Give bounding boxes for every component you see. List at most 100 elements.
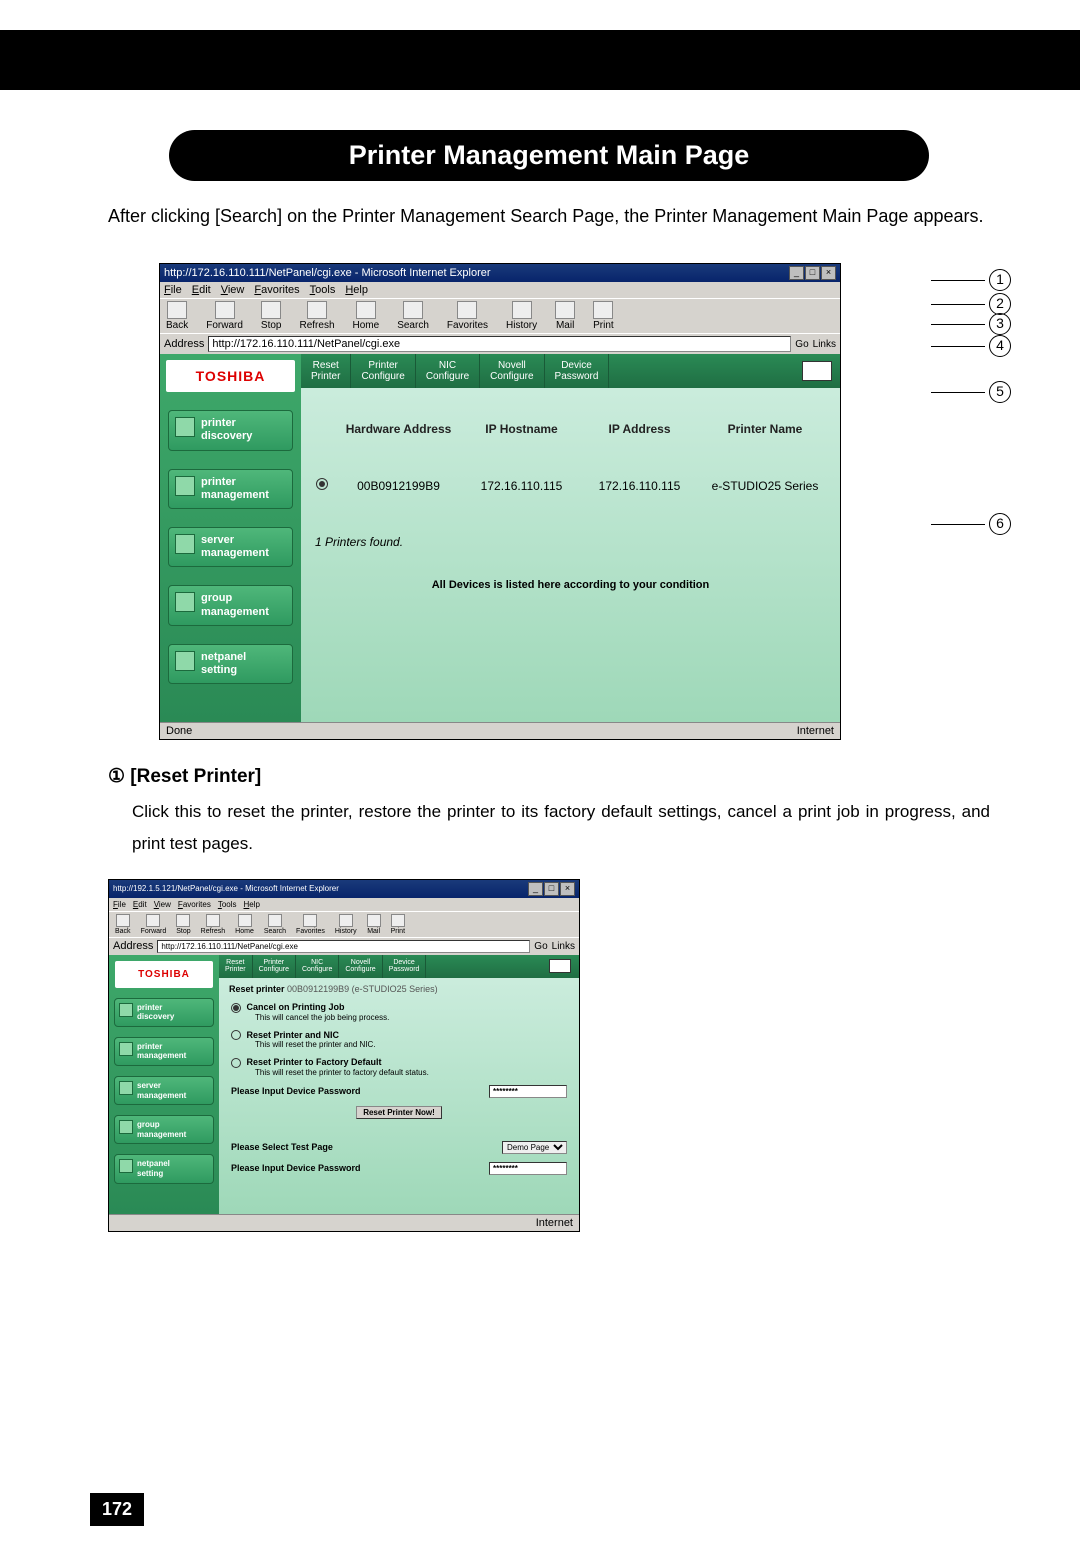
menu-favorites[interactable]: Favorites — [254, 284, 299, 296]
printer-row[interactable]: 00B0912199B9 172.16.110.115 172.16.110.1… — [301, 478, 840, 493]
address-input-small[interactable] — [157, 940, 530, 953]
test-page-row: Please Select Test Page Demo Page — [231, 1141, 567, 1154]
menu-edit[interactable]: Edit — [192, 284, 211, 296]
tab-novell-configure[interactable]: Novell Configure — [480, 354, 544, 388]
close-icon[interactable]: × — [560, 882, 575, 896]
go-button[interactable]: Go — [795, 339, 808, 350]
tab-printer-configure[interactable]: Printer Configure — [253, 955, 296, 978]
language-flag-icon[interactable] — [549, 959, 571, 973]
opt-reset-nic[interactable]: Reset Printer and NIC This will reset th… — [231, 1030, 579, 1050]
tb-stop[interactable]: Stop — [261, 301, 282, 331]
tb-search[interactable]: Search — [397, 301, 429, 331]
sidebar-item-group-management[interactable]: group management — [114, 1115, 214, 1144]
menu-edit[interactable]: Edit — [133, 900, 147, 909]
menu-file[interactable]: File — [113, 900, 126, 909]
menu-tools[interactable]: Tools — [218, 900, 237, 909]
tab-nic-configure[interactable]: NIC Configure — [296, 955, 339, 978]
tab-device-password[interactable]: Device Password — [545, 354, 610, 388]
callout-4: 4 — [931, 335, 1011, 357]
tab-reset-printer[interactable]: Reset Printer — [301, 354, 351, 388]
tb-forward[interactable]: Forward — [141, 914, 167, 935]
opt-cancel-job[interactable]: Cancel on Printing Job This will cancel … — [231, 1002, 579, 1022]
ie-menubar[interactable]: File Edit View Favorites Tools Help — [160, 282, 840, 298]
close-icon[interactable]: × — [821, 266, 836, 280]
status-left: Done — [166, 725, 192, 737]
sidebar-item-printer-discovery[interactable]: printer discovery — [114, 998, 214, 1027]
ie-address-bar[interactable]: Address Go Links — [160, 333, 840, 354]
page-content: Printer Management Main Page After click… — [0, 130, 1080, 1272]
opt-factory-default[interactable]: Reset Printer to Factory Default This wi… — [231, 1057, 579, 1077]
minimize-icon[interactable]: _ — [789, 266, 804, 280]
discovery-icon — [119, 1003, 133, 1017]
row-radio[interactable] — [316, 478, 328, 490]
tb-home[interactable]: Home — [353, 301, 380, 331]
tb-history[interactable]: History — [335, 914, 357, 935]
address-input[interactable] — [208, 336, 791, 352]
links-label[interactable]: Links — [813, 339, 836, 350]
back-icon — [116, 914, 130, 927]
test-page-select[interactable]: Demo Page — [502, 1141, 567, 1154]
window-control-buttons[interactable]: _□× — [788, 266, 836, 280]
radio-cancel-job[interactable] — [231, 1003, 241, 1013]
tb-search[interactable]: Search — [264, 914, 286, 935]
tb-favorites[interactable]: Favorites — [296, 914, 325, 935]
tb-forward[interactable]: Forward — [206, 301, 243, 331]
sidebar-item-printer-management[interactable]: printer management — [168, 469, 293, 509]
sidebar-item-printer-discovery[interactable]: printer discovery — [168, 410, 293, 450]
tb-home[interactable]: Home — [235, 914, 254, 935]
sidebar-item-netpanel-setting[interactable]: netpanel setting — [168, 644, 293, 684]
ie-menubar-small[interactable]: File Edit View Favorites Tools Help — [109, 898, 579, 911]
ie-toolbar[interactable]: Back Forward Stop Refresh Home Search Fa… — [160, 298, 840, 333]
tb-history[interactable]: History — [506, 301, 537, 331]
radio-reset-nic[interactable] — [231, 1030, 241, 1040]
tb-mail[interactable]: Mail — [367, 914, 381, 935]
menu-help[interactable]: Help — [244, 900, 260, 909]
window-control-buttons-small[interactable]: _□× — [527, 882, 575, 896]
callout-num: 1 — [989, 269, 1011, 291]
links-label[interactable]: Links — [552, 941, 575, 952]
menu-help[interactable]: Help — [345, 284, 368, 296]
language-flag-icon[interactable] — [802, 361, 832, 381]
sidebar-item-netpanel-setting[interactable]: netpanel setting — [114, 1154, 214, 1183]
tb-mail[interactable]: Mail — [555, 301, 575, 331]
tb-favorites[interactable]: Favorites — [447, 301, 488, 331]
tab-novell-configure[interactable]: Novell Configure — [339, 955, 382, 978]
tb-print[interactable]: Print — [391, 914, 405, 935]
tab-reset-printer[interactable]: Reset Printer — [219, 955, 253, 978]
ie-address-bar-small[interactable]: Address Go Links — [109, 937, 579, 955]
sidebar-item-server-management[interactable]: server management — [168, 527, 293, 567]
tb-stop[interactable]: Stop — [176, 914, 190, 935]
sidebar-label: netpanel setting — [201, 651, 246, 676]
menu-view[interactable]: View — [154, 900, 171, 909]
device-password-input[interactable]: ******** — [489, 1085, 567, 1098]
device-password-input-2[interactable]: ******** — [489, 1162, 567, 1175]
menu-favorites[interactable]: Favorites — [178, 900, 211, 909]
tab-printer-configure[interactable]: Printer Configure — [351, 354, 415, 388]
column-headers: Hardware Address IP Hostname IP Address … — [301, 422, 840, 436]
minimize-icon[interactable]: _ — [528, 882, 543, 896]
top-tabs-small: Reset Printer Printer Configure NIC Conf… — [219, 955, 579, 978]
history-icon — [339, 914, 353, 927]
radio-factory-default[interactable] — [231, 1058, 241, 1068]
tb-back[interactable]: Back — [115, 914, 131, 935]
tb-back[interactable]: Back — [166, 301, 188, 331]
reset-header: Reset printer 00B0912199B9 (e-STUDIO25 S… — [229, 984, 569, 994]
menu-tools[interactable]: Tools — [310, 284, 336, 296]
maximize-icon[interactable]: □ — [805, 266, 820, 280]
sidebar-item-printer-management[interactable]: printer management — [114, 1037, 214, 1066]
ie-toolbar-small[interactable]: Back Forward Stop Refresh Home Search Fa… — [109, 911, 579, 937]
notice-text: All Devices is listed here according to … — [301, 579, 840, 591]
tb-refresh[interactable]: Refresh — [300, 301, 335, 331]
maximize-icon[interactable]: □ — [544, 882, 559, 896]
sidebar-item-group-management[interactable]: group management — [168, 585, 293, 625]
tab-device-password[interactable]: Device Password — [383, 955, 427, 978]
tb-forward-label: Forward — [206, 320, 243, 331]
go-button[interactable]: Go — [534, 941, 547, 952]
reset-printer-now-button[interactable]: Reset Printer Now! — [356, 1106, 442, 1119]
menu-view[interactable]: View — [221, 284, 245, 296]
menu-file[interactable]: File — [164, 284, 182, 296]
sidebar-item-server-management[interactable]: server management — [114, 1076, 214, 1105]
tb-print[interactable]: Print — [593, 301, 614, 331]
tb-refresh[interactable]: Refresh — [201, 914, 226, 935]
tab-nic-configure[interactable]: NIC Configure — [416, 354, 480, 388]
